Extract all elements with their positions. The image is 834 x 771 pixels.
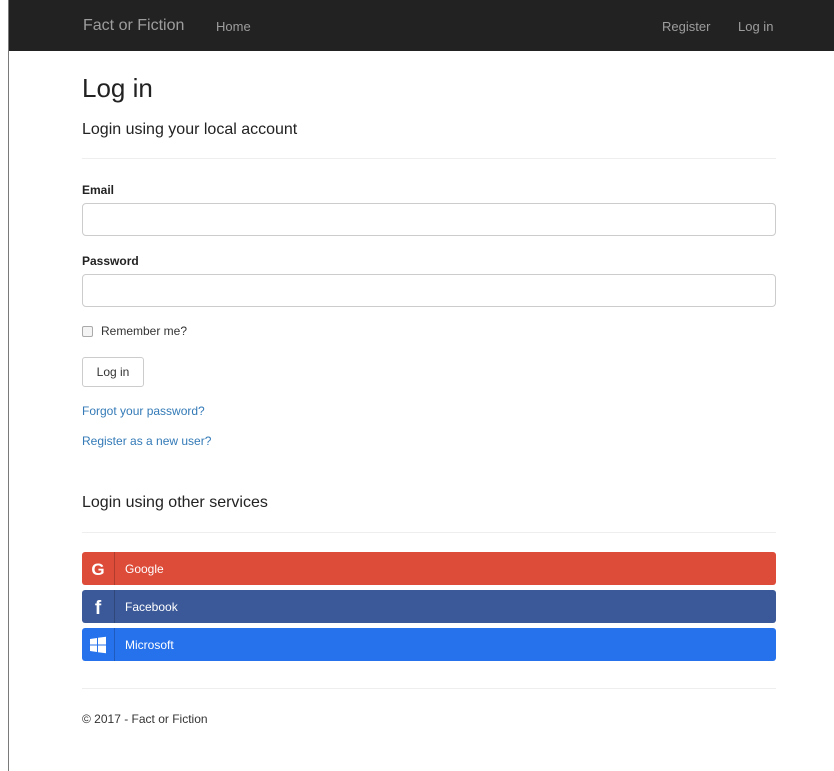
window-left-border	[8, 0, 9, 771]
email-field[interactable]	[82, 203, 776, 236]
nav-home-link[interactable]: Home	[216, 19, 251, 34]
svg-text:f: f	[95, 598, 102, 617]
remember-me-checkbox[interactable]	[82, 325, 93, 337]
external-login-heading: Login using other services	[82, 494, 268, 511]
remember-me: Remember me?	[82, 324, 187, 338]
microsoft-label: Microsoft	[125, 638, 174, 652]
nav-register-link[interactable]: Register	[662, 19, 710, 34]
svg-text:G: G	[91, 560, 104, 578]
register-new-user-link[interactable]: Register as a new user?	[82, 434, 211, 448]
local-account-heading: Login using your local account	[82, 121, 298, 138]
microsoft-login-button[interactable]: Microsoft	[82, 628, 776, 661]
navbar: Fact or Fiction Home Register Log in	[9, 0, 834, 51]
footer-text: © 2017 - Fact or Fiction	[82, 712, 208, 726]
footer-divider	[82, 688, 776, 689]
forgot-password-link[interactable]: Forgot your password?	[82, 404, 205, 418]
facebook-login-button[interactable]: f Facebook	[82, 590, 776, 623]
google-label: Google	[125, 562, 164, 576]
divider	[82, 532, 776, 533]
email-label: Email	[82, 183, 115, 197]
divider	[82, 158, 776, 159]
login-button[interactable]: Log in	[82, 357, 144, 387]
nav-login-link[interactable]: Log in	[738, 19, 773, 34]
page-title: Log in	[82, 73, 153, 103]
google-icon: G	[82, 552, 115, 585]
navbar-brand[interactable]: Fact or Fiction	[83, 17, 184, 35]
google-login-button[interactable]: G Google	[82, 552, 776, 585]
windows-icon	[82, 628, 115, 661]
facebook-icon: f	[82, 590, 115, 623]
remember-me-label[interactable]: Remember me?	[101, 324, 187, 338]
password-field[interactable]	[82, 274, 776, 307]
facebook-label: Facebook	[125, 600, 178, 614]
password-label: Password	[82, 254, 139, 268]
